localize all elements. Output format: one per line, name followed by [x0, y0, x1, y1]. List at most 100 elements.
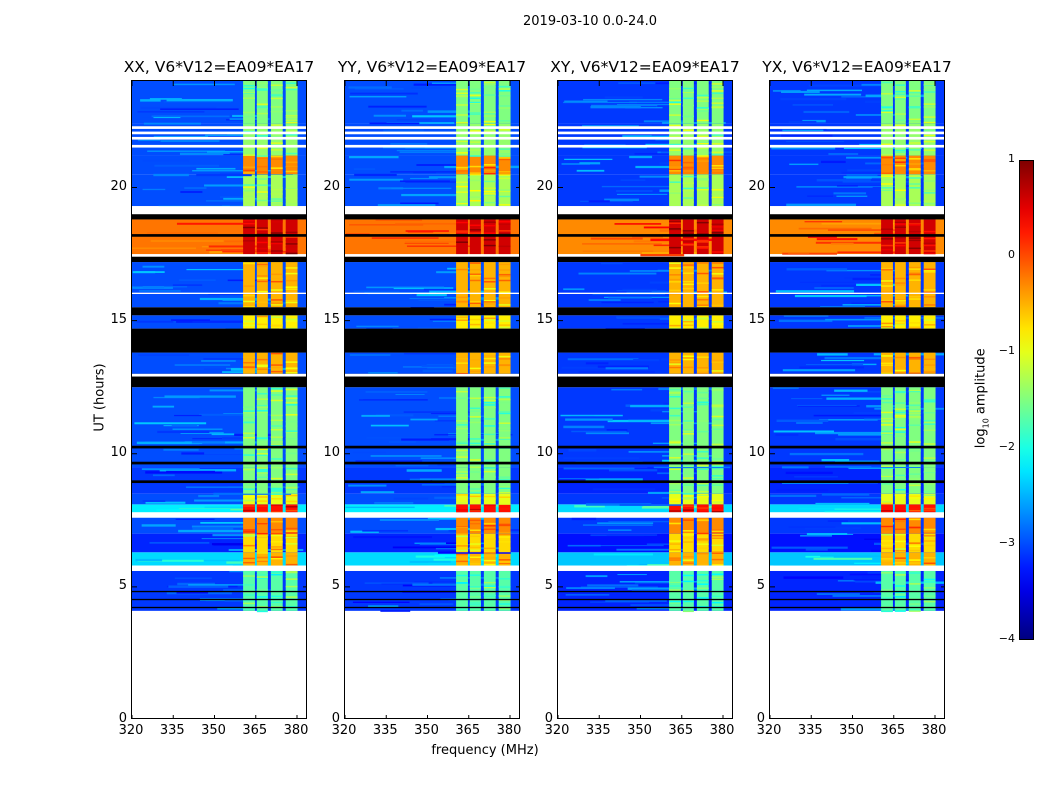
- heatmap-cell: [682, 519, 694, 521]
- flagged-row: [345, 598, 519, 601]
- heatmap-cell: [696, 583, 709, 585]
- heatmap-cell: [285, 527, 298, 530]
- heatmap-band: [669, 315, 681, 329]
- heatmap-band: [682, 533, 694, 553]
- heatmap-cell: [483, 504, 496, 507]
- heatmap-cell: [828, 153, 859, 155]
- heatmap-cell: [669, 600, 681, 603]
- heatmap-band: [469, 352, 481, 374]
- heatmap-cell: [270, 189, 283, 191]
- heatmap-cell: [243, 220, 255, 223]
- heatmap-cell: [498, 508, 511, 510]
- heatmap-cell: [682, 402, 694, 405]
- heatmap-cell: [469, 556, 481, 558]
- heatmap-cell: [669, 302, 681, 305]
- heatmap-cell: [894, 204, 906, 206]
- heatmap-band: [483, 174, 496, 207]
- heatmap-cell: [498, 275, 511, 278]
- heatmap-cell: [696, 94, 709, 97]
- heatmap-cell: [270, 399, 283, 402]
- heatmap-cell: [243, 166, 255, 168]
- x-tick-label: 335: [585, 723, 611, 738]
- heatmap-cell: [881, 178, 893, 181]
- heatmap-cell: [881, 529, 893, 531]
- heatmap-cell: [696, 291, 709, 293]
- heatmap-cell: [711, 172, 724, 174]
- heatmap-cell: [640, 254, 685, 257]
- heatmap-cell: [881, 164, 893, 166]
- heatmap-cell: [881, 474, 893, 477]
- heatmap-band: [696, 352, 709, 374]
- heatmap-cell: [894, 428, 906, 430]
- flagged-row: [132, 445, 306, 449]
- heatmap-cell: [456, 302, 468, 304]
- heatmap-cell: [881, 420, 893, 422]
- heatmap-cell: [923, 540, 936, 542]
- heatmap-cell: [456, 475, 468, 477]
- heatmap-cell: [923, 371, 936, 373]
- heatmap-cell: [270, 280, 283, 283]
- y-tick-label: 5: [756, 577, 765, 593]
- heatmap-cell: [669, 124, 681, 127]
- x-tick-mark: [172, 81, 174, 86]
- heatmap-cell: [185, 486, 248, 489]
- heatmap-cell: [570, 415, 595, 418]
- heatmap-cell: [166, 470, 215, 473]
- colorbar-tick-label: −2: [998, 440, 1015, 453]
- heatmap-cell: [498, 503, 511, 505]
- x-tick-mark: [852, 715, 853, 718]
- heatmap-cell: [270, 106, 283, 108]
- heatmap-band: [711, 262, 724, 308]
- heatmap-cell: [270, 477, 283, 480]
- heatmap-cell: [881, 113, 893, 115]
- heatmap-cell: [256, 505, 268, 507]
- heatmap-cell: [682, 161, 694, 164]
- x-tick-mark: [214, 81, 215, 86]
- heatmap-cell: [908, 559, 921, 561]
- x-tick-label: 350: [201, 723, 226, 738]
- heatmap-cell: [606, 534, 658, 536]
- heatmap-cell: [682, 429, 694, 431]
- heatmap-cell: [881, 560, 893, 562]
- heatmap-cell: [136, 320, 174, 323]
- heatmap-cell: [270, 394, 283, 396]
- heatmap-cell: [682, 91, 694, 93]
- flagged-row: [345, 480, 519, 484]
- heatmap-cell: [669, 548, 681, 551]
- heatmap-cell: [483, 467, 496, 469]
- heatmap-cell: [498, 559, 511, 561]
- heatmap-cell: [696, 543, 709, 545]
- heatmap-cell: [469, 466, 481, 468]
- heatmap-band: [908, 81, 921, 124]
- flagged-row: [345, 590, 519, 593]
- heatmap-cell: [456, 221, 468, 224]
- heatmap-cell: [456, 362, 468, 364]
- heatmap-cell: [894, 557, 906, 559]
- flagged-row: [132, 256, 306, 263]
- flagged-row: [132, 144, 306, 148]
- heatmap-cell: [498, 204, 511, 206]
- heatmap-cell: [682, 600, 694, 603]
- heatmap-band: [908, 493, 921, 505]
- heatmap-cell: [142, 500, 166, 502]
- y-tick-label: 0: [544, 711, 553, 726]
- heatmap-cell: [836, 195, 868, 197]
- heatmap-cell: [411, 87, 442, 89]
- heatmap-cell: [256, 88, 268, 90]
- heatmap-cell: [270, 520, 283, 523]
- heatmap-cell: [775, 290, 855, 293]
- heatmap-cell: [894, 221, 906, 224]
- heatmap-cell: [270, 193, 283, 195]
- heatmap-cell: [682, 87, 694, 90]
- heatmap-band: [469, 262, 481, 308]
- heatmap-cell: [498, 561, 511, 563]
- heatmap-cell: [405, 241, 456, 243]
- y-tick-mark: [516, 320, 519, 322]
- heatmap-cell: [498, 88, 511, 90]
- y-tick-label: 0: [331, 711, 340, 726]
- heatmap-cell: [593, 553, 653, 556]
- heatmap-cell: [696, 552, 709, 555]
- heatmap-cell: [805, 364, 864, 366]
- heatmap-cell: [881, 228, 893, 230]
- heatmap-cell: [600, 262, 623, 265]
